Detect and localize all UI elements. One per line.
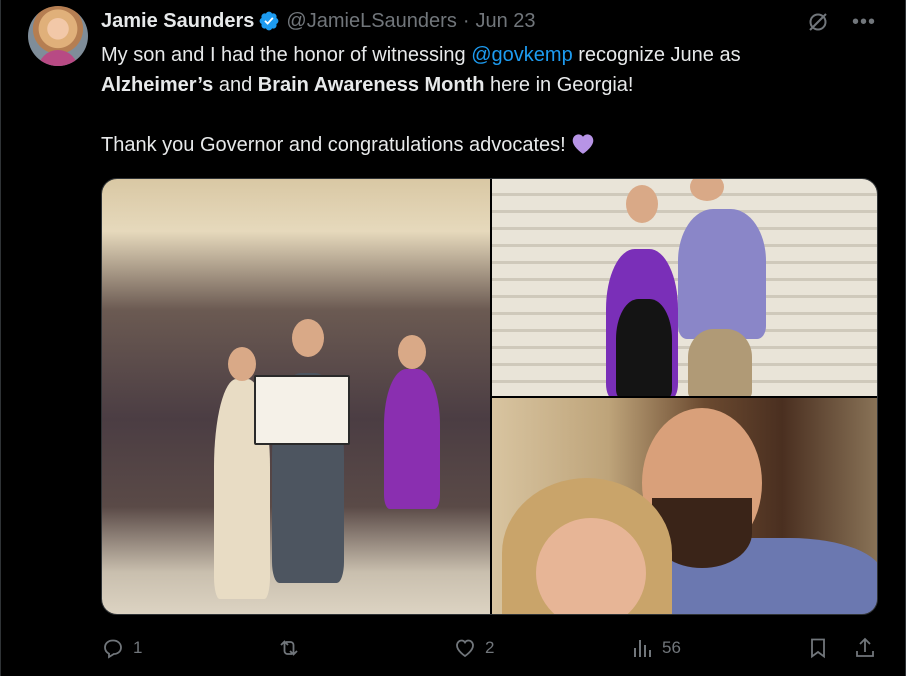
reply-button[interactable]: 1 [101, 636, 142, 660]
purple-heart-icon [572, 134, 594, 154]
group-photo[interactable] [102, 179, 490, 614]
proclamation-document [254, 375, 350, 445]
bold-alzheimers: Alzheimer’s [101, 74, 214, 96]
tweet-top-actions: ••• [806, 10, 876, 34]
figure-woman-purple [384, 369, 440, 509]
tweet-action-bar: 1 2 56 [101, 630, 878, 668]
figure-head [626, 185, 658, 223]
tweet-date[interactable]: Jun 23 [475, 10, 535, 33]
figure-woman-skirt [616, 299, 672, 396]
figure-head [228, 347, 256, 381]
tweet-line-3: Thank you Governor and congratulations a… [101, 130, 881, 160]
bookmark-button[interactable] [806, 636, 830, 660]
tweet-line-1: My son and I had the honor of witnessing… [101, 40, 881, 70]
more-options-icon[interactable]: ••• [852, 12, 876, 32]
views-button[interactable]: 56 [630, 636, 681, 660]
repost-button[interactable] [277, 636, 309, 660]
heart-icon [456, 639, 474, 658]
grok-icon[interactable] [806, 10, 830, 34]
media-grid [101, 178, 878, 615]
figure-head [690, 179, 724, 201]
reply-icon [104, 639, 122, 659]
tweet-text-a: My son and I had the honor of witnessing [101, 44, 472, 66]
tweet-thanks: Thank you Governor and congratulations a… [101, 134, 566, 156]
bookmark-icon [811, 638, 825, 659]
like-count: 2 [485, 638, 495, 657]
author-handle[interactable]: @JamieLSaunders [286, 10, 456, 33]
verified-badge-icon [260, 11, 279, 31]
tweet-text-c: here in Georgia! [484, 74, 634, 96]
header-separator: · [462, 9, 470, 32]
author-name[interactable]: Jamie Saunders [101, 10, 254, 33]
mention-link[interactable]: @govkemp [471, 44, 572, 66]
views-icon [634, 640, 651, 657]
like-button[interactable]: 2 [453, 636, 494, 660]
repost-icon [280, 640, 298, 656]
bold-brain-awareness: Brain Awareness Month [257, 74, 485, 96]
stairs-photo[interactable] [492, 179, 877, 396]
figure-man [678, 209, 766, 339]
share-icon [856, 637, 874, 657]
share-button[interactable] [853, 636, 877, 660]
figure-head [292, 319, 324, 357]
avatar[interactable] [28, 6, 88, 66]
figure-head [398, 335, 426, 369]
reply-count: 1 [133, 638, 143, 657]
tweet-header: Jamie Saunders @JamieLSaunders · Jun 23 [101, 8, 536, 34]
selfie-photo[interactable] [492, 398, 877, 614]
tweet-text-b: recognize June as [572, 44, 741, 66]
views-count: 56 [662, 638, 681, 657]
tweet-line-2: Alzheimer’s and Brain Awareness Month he… [101, 70, 881, 100]
tweet-text: My son and I had the honor of witnessing… [101, 40, 881, 160]
figure-man-pants [688, 329, 752, 396]
tweet-and: and [213, 74, 258, 96]
